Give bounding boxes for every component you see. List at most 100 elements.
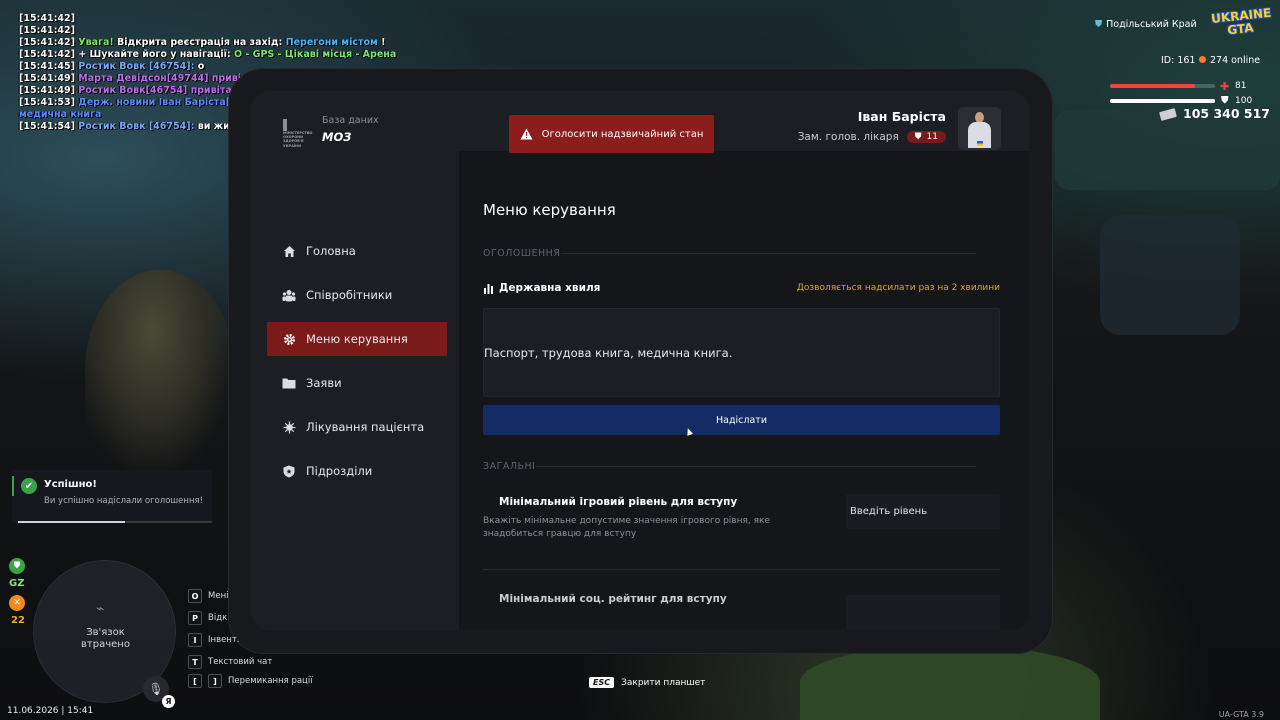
bar-chart-icon xyxy=(484,283,493,294)
online-count: 274 online xyxy=(1199,55,1260,66)
success-notification: ✔ Успішно! Ви успішно надіслали оголошен… xyxy=(12,470,212,523)
sidebar-item-label: Заяви xyxy=(306,376,342,390)
min-level-input[interactable] xyxy=(846,494,1000,529)
region-indicator: ⛊ Подільський Край xyxy=(1095,19,1197,30)
close-tablet-label: Закрити планшет xyxy=(621,677,706,688)
background-object xyxy=(800,645,1100,720)
sidebar-item-users[interactable]: Співробітники xyxy=(267,278,447,312)
min-rating-title: Мінімальний соц. рейтинг для вступу xyxy=(499,593,727,605)
chat-text: о xyxy=(197,61,205,72)
user-role-text: Зам. голов. лікаря xyxy=(797,131,899,143)
send-limit-note: Дозволяється надсилати раз на 2 хвилини xyxy=(796,283,1000,293)
chat-timestamp: [15:41:42] xyxy=(19,37,75,48)
folder-icon xyxy=(282,376,296,390)
minimap-status: Зв'язок втрачено xyxy=(34,627,177,651)
sidebar-item-label: Співробітники xyxy=(306,288,393,302)
money-icon xyxy=(1159,108,1177,121)
section-general: ЗАГАЛЬНІ xyxy=(483,461,536,472)
key-left-bracket: [ xyxy=(188,674,202,688)
no-signal-icon: ⌁ xyxy=(96,601,105,617)
health-bar-fill xyxy=(1110,84,1196,88)
state-wave-title: Державна хвиля xyxy=(483,282,600,294)
player-id: ID: 161 xyxy=(1161,55,1196,66)
user-name: Іван Баріста xyxy=(857,109,946,124)
close-tablet-hint: ESC Закрити планшет xyxy=(589,677,705,688)
chat-timestamp: [15:41:54] xyxy=(19,121,75,132)
hint-label: Інвент. xyxy=(208,635,240,645)
chat-line: [15:41:42] + Шукайте його у навігації: O… xyxy=(19,49,409,61)
chat-line: [15:41:42] xyxy=(19,25,409,37)
avatar[interactable] xyxy=(958,107,1001,150)
sidebar-item-home[interactable]: Головна xyxy=(267,234,447,268)
sidebar-item-label: Підрозділи xyxy=(306,464,373,478)
region-shield-icon: ⛊ xyxy=(1095,19,1103,30)
online-dot-icon xyxy=(1199,56,1206,63)
virus-icon xyxy=(282,420,296,434)
status-shield-icon: ⛊ xyxy=(9,558,25,574)
key-right-bracket: ] xyxy=(208,674,222,688)
chat-timestamp: [15:41:42] xyxy=(19,25,75,36)
chat-text: Ростик Вовк [46754]: xyxy=(78,121,195,132)
shield-icon xyxy=(282,464,296,478)
setting-divider xyxy=(483,569,1000,570)
background-sofa xyxy=(1055,110,1280,190)
key-t: T xyxy=(188,655,202,669)
sidebar-item-gear[interactable]: Меню керування xyxy=(267,322,447,356)
background-chair xyxy=(1100,215,1240,335)
chat-text: O - GPS - Цікаві місця - Арена xyxy=(234,49,397,60)
send-button[interactable]: Надіслати xyxy=(483,405,1000,435)
minimap-status-line-2: втрачено xyxy=(81,639,130,650)
online-count-text: 274 online xyxy=(1210,55,1261,66)
chat-timestamp: [15:41:45] xyxy=(19,61,75,72)
organization-name: МОЗ xyxy=(322,130,352,144)
level-value: 22 xyxy=(11,615,25,626)
toast-progress-track xyxy=(18,521,212,523)
key-o: O xyxy=(188,589,202,603)
emergency-button[interactable]: Оголосити надзвичайний стан xyxy=(509,115,714,153)
users-icon xyxy=(282,288,296,302)
chat-timestamp: [15:41:49] xyxy=(19,73,75,84)
min-level-description: Вкажіть мінімальне допустиме значення іг… xyxy=(483,516,770,539)
chat-text: Ростик Вовк [46754]: xyxy=(78,61,195,72)
sidebar-item-shield[interactable]: Підрозділи xyxy=(267,454,447,488)
chat-text: ! xyxy=(381,37,386,48)
armor-bar-fill xyxy=(1110,99,1215,103)
sidebar xyxy=(251,91,459,630)
chat-text: Шукайте його у навігації: xyxy=(89,49,231,60)
chat-text: Увага! xyxy=(78,37,114,48)
section-divider xyxy=(561,253,976,254)
hint-open: P Відк xyxy=(188,611,227,625)
chat-timestamp: [15:41:49] xyxy=(19,85,75,96)
home-icon xyxy=(282,244,296,258)
crest-icon xyxy=(283,119,287,131)
announcement-textarea[interactable]: Паспорт, трудова книга, медична книга. xyxy=(483,308,1000,397)
warning-icon xyxy=(520,128,533,140)
money-value: 105 340 517 xyxy=(1183,106,1270,121)
gz-label: GZ xyxy=(9,578,25,589)
chat-timestamp: [15:41:42] xyxy=(19,13,75,24)
armor-value: 100 xyxy=(1235,96,1253,106)
hint-inventory: I Інвент. xyxy=(188,633,240,647)
chat-text: Перегони містом xyxy=(285,37,378,48)
hint-label: Мені xyxy=(208,591,229,601)
chat-text: Відкрита реєстрація на захід: xyxy=(117,37,283,48)
chat-timestamp: [15:41:42] xyxy=(19,49,75,60)
ministry-logo: МІНІСТЕРСТВО ОХОРОНИ ЗДОРОВ'Я УКРАЇНИ xyxy=(283,119,313,148)
region-name: Подільський Край xyxy=(1106,19,1197,30)
sidebar-item-label: Меню керування xyxy=(306,332,408,346)
rank-badge: ⛊ 11 xyxy=(906,131,946,143)
section-divider xyxy=(536,466,976,467)
armor-bar xyxy=(1110,99,1215,103)
page-title: Меню керування xyxy=(483,201,616,219)
rank-icon: ⛊ xyxy=(914,132,922,142)
hint-label: Текстовий чат xyxy=(208,657,273,667)
toast-title: Успішно! xyxy=(44,479,97,490)
chat-line: [15:41:42] xyxy=(19,13,409,25)
sidebar-item-virus[interactable]: Лікування пацієнта xyxy=(267,410,447,444)
min-rating-input[interactable] xyxy=(846,595,1000,630)
gear-icon xyxy=(282,332,296,346)
sidebar-item-folder[interactable]: Заяви xyxy=(267,366,447,400)
tablet-screen: МІНІСТЕРСТВО ОХОРОНИ ЗДОРОВ'Я УКРАЇНИ Ба… xyxy=(251,91,1029,630)
health-icon: ✚ xyxy=(1220,80,1230,93)
database-label: База даних xyxy=(322,115,379,126)
